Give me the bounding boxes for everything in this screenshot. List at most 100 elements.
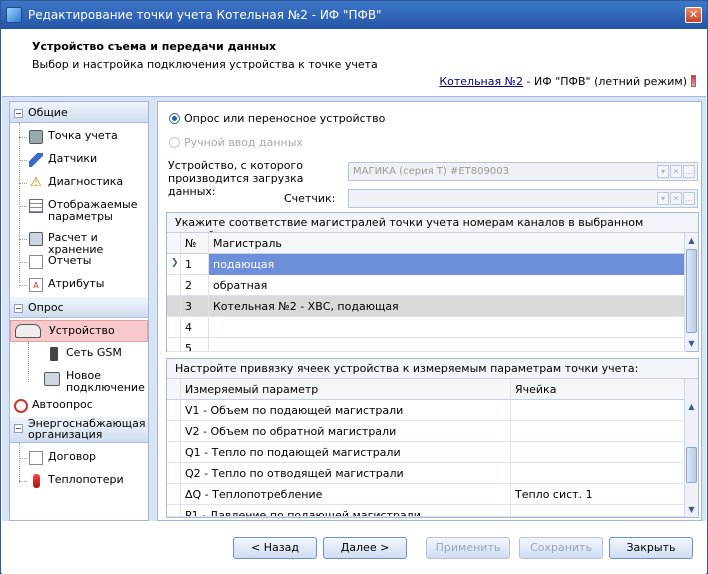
- back-button[interactable]: < Назад: [233, 537, 317, 559]
- nav-item-heat-loss[interactable]: Теплопотери: [10, 470, 148, 492]
- scroll-up-icon[interactable]: ▲: [686, 401, 697, 412]
- cell-number: 3: [181, 296, 209, 317]
- nav-item-reports[interactable]: Отчеты: [10, 251, 148, 273]
- apply-button[interactable]: Применить: [426, 537, 510, 559]
- radio-poll-device-label: Опрос или переносное устройство: [184, 112, 386, 125]
- cell-value[interactable]: [511, 505, 686, 516]
- thermometer-icon: [691, 75, 696, 87]
- table-row[interactable]: Q1 - Тепло по подающей магистрали: [167, 442, 686, 463]
- nav-item-sensors[interactable]: Датчики: [10, 149, 148, 171]
- counter-select[interactable]: ▾ ✕ …: [348, 189, 698, 208]
- table-row[interactable]: 2 обратная: [167, 275, 686, 296]
- more-icon[interactable]: …: [683, 165, 695, 178]
- cell-value[interactable]: [511, 442, 686, 463]
- cells-scrollbar[interactable]: ▲ ▼: [684, 379, 698, 517]
- collapse-icon: −: [14, 424, 23, 433]
- table-row[interactable]: V2 - Объем по обратной магистрали: [167, 421, 686, 442]
- nav-item-new-connection[interactable]: Новое подключение: [10, 366, 148, 394]
- scroll-thumb[interactable]: [686, 249, 697, 333]
- table-row[interactable]: 5: [167, 338, 686, 352]
- nav-item-metering-point[interactable]: Точка учета: [10, 126, 148, 148]
- heat-loss-icon: [33, 474, 40, 488]
- warning-icon: ⚠: [30, 175, 42, 190]
- table-row[interactable]: ΔQ - Теплопотребление Тепло сист. 1: [167, 484, 686, 505]
- nav-group-label: Опрос: [28, 301, 64, 314]
- nav-item-displayed-params[interactable]: Отображаемые параметры: [10, 195, 148, 225]
- clear-icon[interactable]: ✕: [670, 165, 682, 178]
- table-row[interactable]: 3 Котельная №2 - ХВС, подающая: [167, 296, 686, 317]
- cell-main[interactable]: обратная: [209, 275, 686, 296]
- cell-main[interactable]: [209, 338, 686, 351]
- cells-panel: Настройте привязку ячеек устройства к из…: [166, 358, 699, 518]
- nav-item-label: Устройство: [49, 324, 115, 337]
- scroll-thumb[interactable]: [686, 447, 697, 483]
- radio-manual-entry[interactable]: [169, 137, 180, 148]
- close-button[interactable]: Закрыть: [609, 537, 693, 559]
- nav-item-label: Датчики: [48, 152, 98, 165]
- cell-param: ΔQ - Теплопотребление: [181, 484, 511, 505]
- cell-param: V1 - Объем по подающей магистрали: [181, 400, 511, 421]
- metering-point-link[interactable]: Котельная №2: [439, 75, 523, 88]
- table-row[interactable]: Q2 - Тепло по отводящей магистрали: [167, 463, 686, 484]
- device-select-value: МАГИКА (серия Т) #ET809003: [353, 166, 509, 177]
- nav-item-attributes[interactable]: A Атрибуты: [10, 274, 148, 296]
- page-header: Устройство съема и передачи данных Выбор…: [2, 29, 706, 95]
- table-row[interactable]: 4: [167, 317, 686, 338]
- page-subtitle: Выбор и настройка подключения устройства…: [32, 58, 378, 71]
- column-header-number: №: [181, 233, 209, 254]
- collapse-icon: −: [14, 304, 23, 313]
- table-row[interactable]: P1 - Давление по подающей магистрали: [167, 505, 686, 517]
- chevron-down-icon[interactable]: ▾: [657, 192, 669, 205]
- cell-value[interactable]: [511, 400, 686, 421]
- nav-group-general[interactable]: − Общие: [10, 102, 148, 123]
- device-select[interactable]: МАГИКА (серия Т) #ET809003 ▾ ✕ …: [348, 162, 698, 181]
- cell-main[interactable]: [209, 317, 686, 338]
- header-cell: [167, 379, 181, 400]
- nav-item-calc-storage[interactable]: Расчет и хранение: [10, 228, 148, 256]
- cell-param: Q1 - Тепло по подающей магистрали: [181, 442, 511, 463]
- table-row[interactable]: ❯ 1 подающая: [167, 254, 686, 275]
- connection-icon: [44, 372, 60, 386]
- header-cell: [167, 233, 181, 254]
- next-button[interactable]: Далее >: [323, 537, 407, 559]
- page-title: Устройство съема и передачи данных: [32, 40, 277, 53]
- nav-item-label: Точка учета: [48, 129, 118, 142]
- cell-main[interactable]: Котельная №2 - ХВС, подающая: [209, 296, 686, 317]
- channels-panel: Укажите соответствие магистралей точки у…: [166, 212, 699, 352]
- scroll-down-icon[interactable]: ▼: [686, 504, 697, 515]
- cell-value[interactable]: [511, 463, 686, 484]
- nav-item-autopoll[interactable]: Автоопрос: [10, 395, 148, 417]
- nav-item-contract[interactable]: Договор: [10, 447, 148, 469]
- radio-poll-device[interactable]: [169, 113, 180, 124]
- radio-manual-entry-label: Ручной ввод данных: [184, 136, 303, 149]
- cell-number: 4: [181, 317, 209, 338]
- close-window-button[interactable]: ✕: [685, 7, 702, 23]
- nav-group-supplier[interactable]: − Энергоснабжающая организация: [10, 417, 148, 443]
- cell-param: P1 - Давление по подающей магистрали: [181, 505, 511, 516]
- cell-main[interactable]: подающая: [209, 254, 686, 275]
- column-header-main: Магистраль: [209, 233, 686, 254]
- title-bar: Редактирование точки учета Котельная №2 …: [1, 1, 707, 29]
- device-icon: [15, 324, 41, 338]
- cell-value[interactable]: Тепло сист. 1: [511, 484, 686, 505]
- nav-item-label: Диагностика: [48, 175, 124, 188]
- nav-item-device[interactable]: Устройство: [10, 320, 148, 342]
- cell-value[interactable]: [511, 421, 686, 442]
- table-row[interactable]: V1 - Объем по подающей магистрали: [167, 400, 686, 421]
- channels-scrollbar[interactable]: ▲ ▼: [684, 233, 698, 351]
- save-button[interactable]: Сохранить: [519, 537, 603, 559]
- more-icon[interactable]: …: [683, 192, 695, 205]
- nav-group-label: Энергоснабжающая организация: [28, 417, 146, 441]
- scroll-down-icon[interactable]: ▼: [686, 338, 697, 349]
- nav-item-label: Договор: [48, 450, 97, 463]
- chevron-down-icon[interactable]: ▾: [657, 165, 669, 178]
- cell-param: Q2 - Тепло по отводящей магистрали: [181, 463, 511, 484]
- nav-item-label: Сеть GSM: [66, 346, 122, 359]
- nav-item-label: Автоопрос: [32, 398, 93, 411]
- clear-icon[interactable]: ✕: [670, 192, 682, 205]
- nav-item-gsm[interactable]: Сеть GSM: [10, 343, 148, 365]
- scroll-up-icon[interactable]: ▲: [686, 235, 697, 246]
- nav-group-polling[interactable]: − Опрос: [10, 297, 148, 318]
- nav-item-diagnostics[interactable]: ⚠ Диагностика: [10, 172, 148, 194]
- counter-label: Счетчик:: [284, 192, 336, 205]
